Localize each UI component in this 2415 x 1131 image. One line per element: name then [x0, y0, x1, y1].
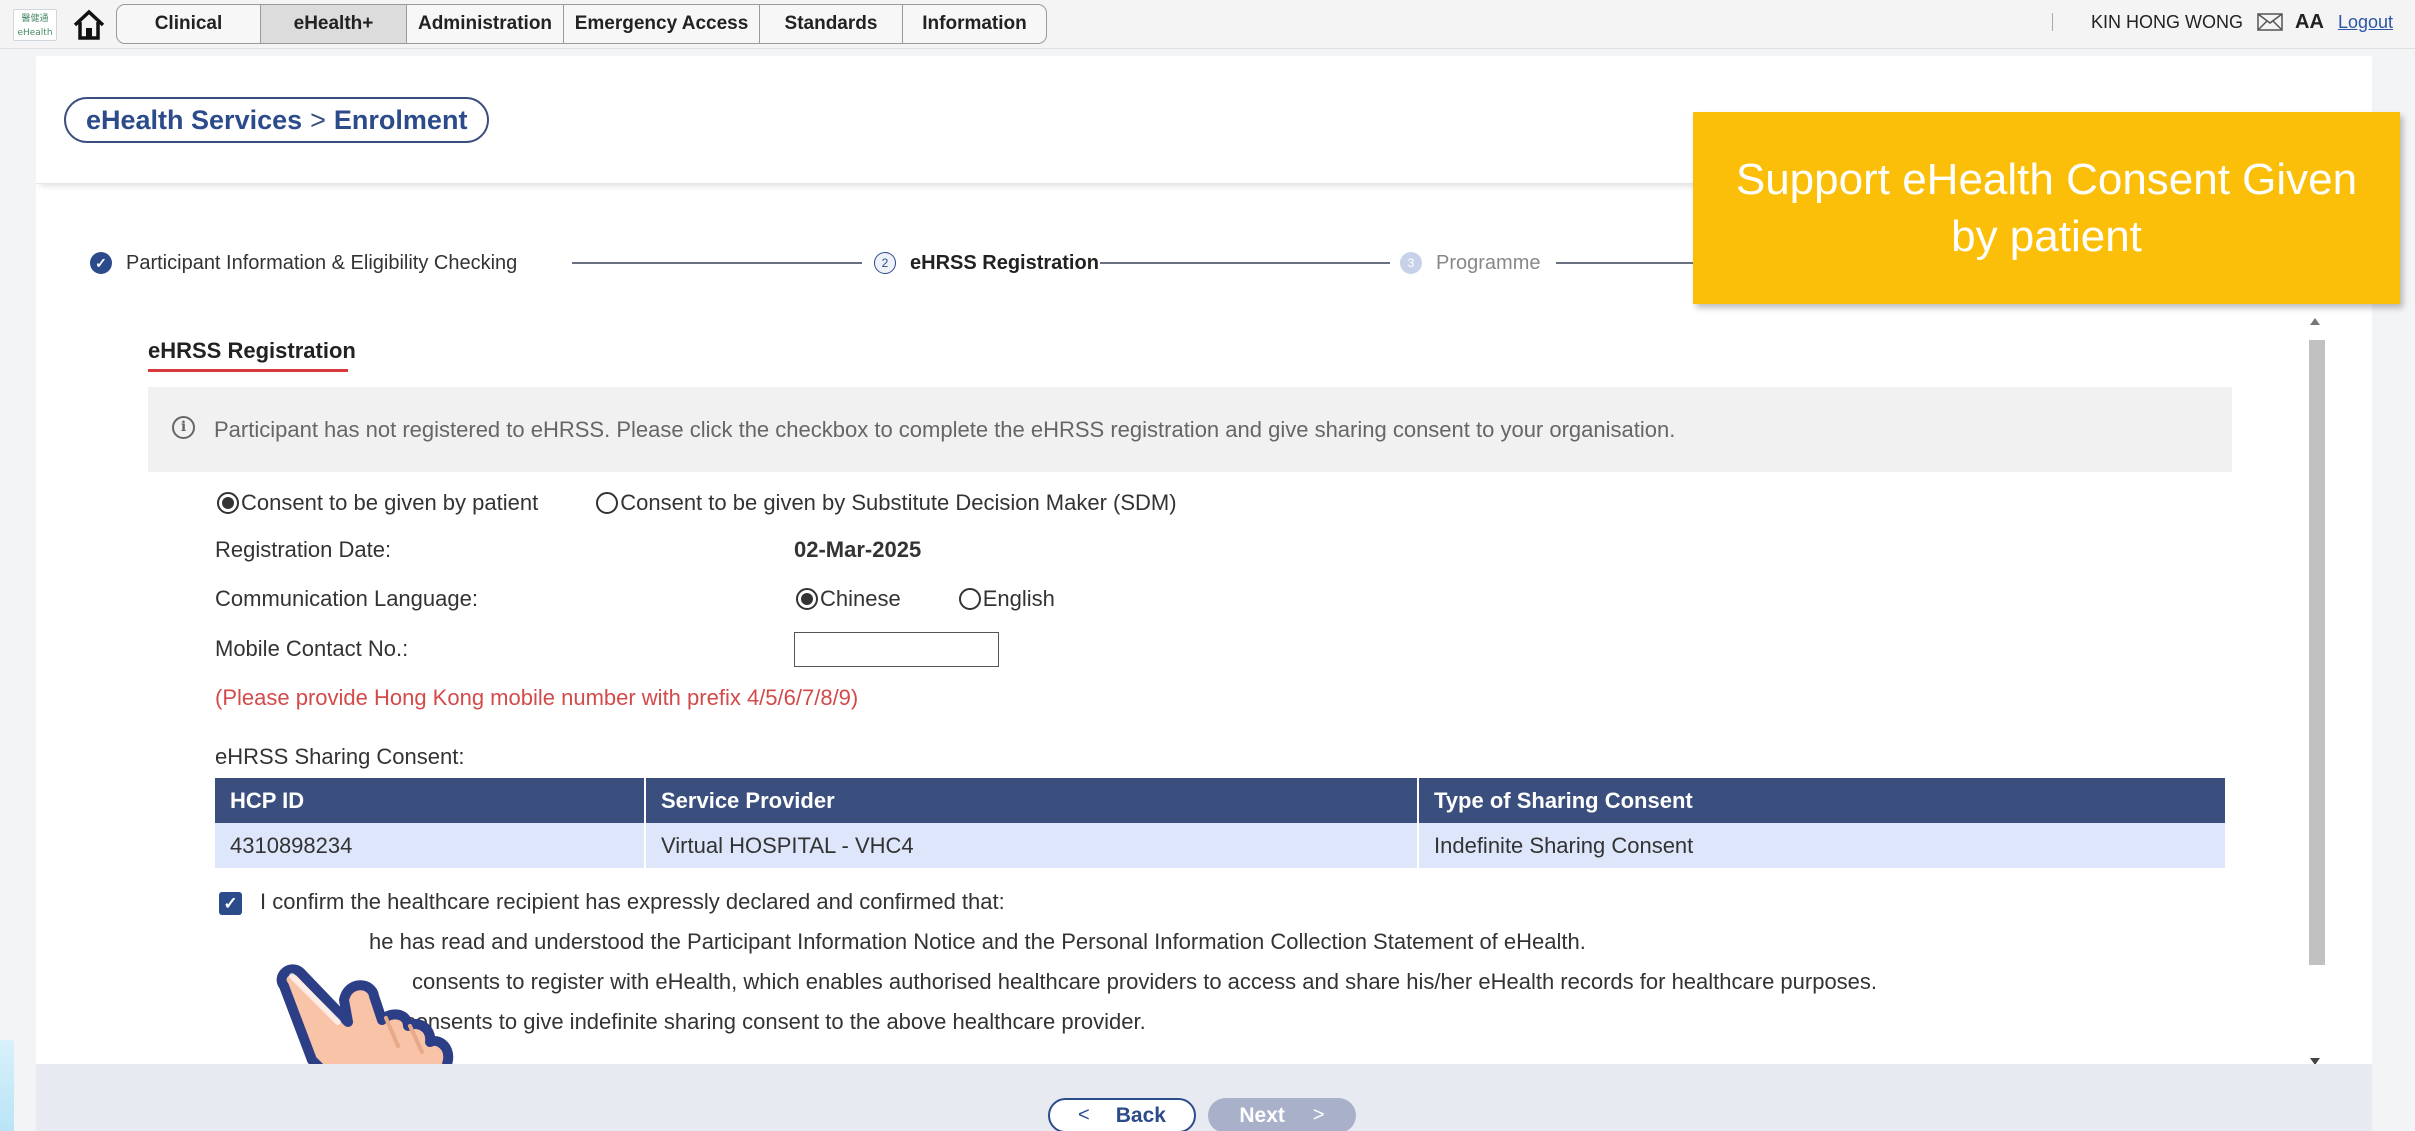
tab-clinical[interactable]: Clinical [117, 5, 261, 43]
tab-standards[interactable]: Standards [760, 5, 903, 43]
next-button[interactable]: Next > [1208, 1098, 1356, 1131]
sharing-consent-label: eHRSS Sharing Consent: [215, 744, 465, 769]
step-label: Programme [1436, 251, 1541, 274]
column-header: HCP ID [215, 778, 646, 823]
tab-administration[interactable]: Administration [407, 5, 564, 43]
back-button[interactable]: < Back [1048, 1098, 1196, 1131]
top-navigation-bar: 醫健通 eHealth Clinical eHealth+ Administra… [0, 0, 2415, 49]
decorative-edge [0, 1040, 14, 1131]
registration-date-value: 02-Mar-2025 [794, 537, 922, 562]
table-row: 4310898234 Virtual HOSPITAL - VHC4 Indef… [215, 823, 2227, 868]
user-area: KIN HONG WONG AA Logout [2052, 0, 2393, 44]
info-banner: i Participant has not registered to eHRS… [148, 387, 2232, 472]
chevron-left-icon: < [1078, 1104, 1090, 1126]
tab-ehealth-plus[interactable]: eHealth+ [261, 5, 407, 43]
logout-link[interactable]: Logout [2338, 12, 2393, 33]
consent-by-radio-group: Consent to be given by patient Consent t… [217, 488, 1177, 518]
font-size-toggle[interactable]: AA [2295, 11, 2324, 34]
language-chinese-radio[interactable] [796, 588, 818, 610]
step-ehrss-registration: 2 eHRSS Registration [874, 248, 1099, 278]
footer-bar [36, 1064, 2372, 1131]
consent-sdm-radio[interactable] [596, 492, 619, 514]
step-participant-info: ✓ Participant Information & Eligibility … [90, 248, 517, 278]
info-icon: i [172, 416, 195, 439]
step-number-icon: 2 [874, 252, 896, 274]
step-connector [1100, 262, 1390, 264]
declaration-intro[interactable]: I confirm the healthcare recipient has e… [260, 889, 1005, 915]
content-scrollbar[interactable] [2306, 318, 2327, 1076]
mobile-label: Mobile Contact No.: [215, 636, 409, 661]
language-english-radio[interactable] [958, 588, 981, 610]
language-english-label[interactable]: English [983, 586, 1055, 612]
home-icon[interactable] [72, 9, 106, 41]
section-title: eHRSS Registration [148, 338, 356, 363]
step-programme: 3 Programme [1400, 248, 1540, 278]
registration-date-label: Registration Date: [215, 537, 392, 562]
declaration-line: consents to register with eHealth, which… [412, 969, 1878, 994]
ehealth-logo[interactable]: 醫健通 eHealth [13, 9, 57, 41]
step-connector [572, 262, 862, 264]
main-menu-tabs: Clinical eHealth+ Administration Emergen… [116, 4, 1047, 44]
breadcrumb-current: Enrolment [333, 104, 468, 135]
user-name: KIN HONG WONG [2091, 11, 2244, 32]
consent-patient-radio[interactable] [217, 492, 239, 514]
declaration-line: he consents to give indefinite sharing c… [374, 1009, 1146, 1034]
chevron-right-icon: > [1312, 1104, 1325, 1126]
scrollbar-thumb[interactable] [2309, 340, 2325, 965]
step-number-icon: 3 [1400, 252, 1422, 274]
check-circle-icon: ✓ [90, 252, 112, 274]
progress-stepper: ✓ Participant Information & Eligibility … [90, 248, 1790, 278]
step-label: Participant Information & Eligibility Ch… [126, 251, 518, 274]
table-cell-service-provider: Virtual HOSPITAL - VHC4 [645, 823, 1419, 868]
language-label: Communication Language: [215, 586, 478, 611]
annotation-callout: Support eHealth Consent Given by patient [1693, 112, 2400, 304]
tab-information[interactable]: Information [903, 5, 1046, 43]
back-button-label: Back [1115, 1103, 1166, 1127]
table-cell-hcp-id: 4310898234 [215, 823, 646, 868]
mobile-number-input[interactable] [794, 632, 999, 667]
declaration-line: he has read and understood the Participa… [369, 929, 1586, 954]
mail-icon[interactable] [2257, 13, 2283, 31]
tab-emergency-access[interactable]: Emergency Access [564, 5, 760, 43]
consent-sdm-label[interactable]: Consent to be given by Substitute Decisi… [620, 490, 1176, 516]
next-button-label: Next [1239, 1103, 1285, 1127]
declaration-checkbox[interactable]: ✓ [219, 892, 242, 915]
table-cell-consent-type: Indefinite Sharing Consent [1418, 823, 2227, 868]
scroll-up-arrow-icon[interactable] [2310, 318, 2320, 325]
divider [2052, 13, 2054, 31]
breadcrumb-root[interactable]: eHealth Services [86, 105, 302, 136]
step-label: eHRSS Registration [910, 251, 1099, 274]
column-header: Type of Sharing Consent [1418, 778, 2227, 823]
language-chinese-label[interactable]: Chinese [820, 586, 901, 612]
sharing-consent-table: HCP ID Service Provider Type of Sharing … [215, 778, 2227, 868]
breadcrumb: eHealth Services > Enrolment [64, 97, 490, 143]
mobile-hint: (Please provide Hong Kong mobile number … [215, 685, 859, 710]
info-message: Participant has not registered to eHRSS.… [214, 416, 1676, 442]
consent-patient-label[interactable]: Consent to be given by patient [241, 490, 538, 516]
section-underline [148, 369, 348, 372]
column-header: Service Provider [645, 778, 1419, 823]
table-header-row: HCP ID Service Provider Type of Sharing … [215, 778, 2227, 823]
breadcrumb-separator: > [310, 104, 326, 135]
language-radio-group: Chinese English [796, 584, 1055, 614]
